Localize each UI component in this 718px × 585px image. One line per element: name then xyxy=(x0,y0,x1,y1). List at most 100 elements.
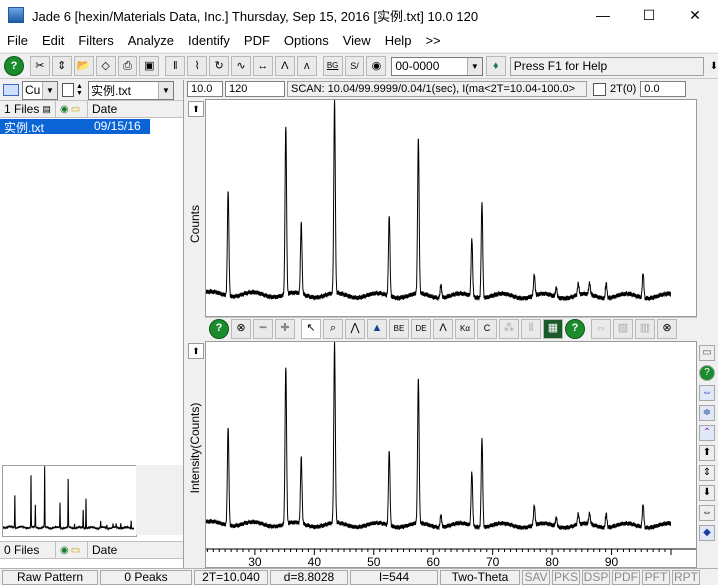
plus-icon[interactable]: ✚ xyxy=(275,318,295,339)
status-icons-header[interactable]: ◉ ▭ xyxy=(56,101,88,117)
cursor-zoom-icon[interactable]: ↖ xyxy=(301,318,321,339)
shift-icon[interactable]: ⇔ xyxy=(591,318,611,339)
lower-y-axis-label: Intensity(Counts) xyxy=(188,402,202,494)
image-icon[interactable]: ▭ xyxy=(699,345,715,361)
chevron-down-icon[interactable]: ▼ xyxy=(42,81,57,99)
thumb-scroll[interactable] xyxy=(136,465,183,535)
menu-identify[interactable]: Identify xyxy=(181,30,237,52)
two-theta-checkbox[interactable] xyxy=(593,82,606,96)
wave-icon[interactable]: ∿ xyxy=(231,56,251,76)
peak-search-icon[interactable]: ⋀ xyxy=(345,318,365,339)
fit-icon[interactable]: ʌ xyxy=(296,56,317,76)
bottom-status-header[interactable]: ◉ ▭ xyxy=(56,542,88,558)
lower-pattern-plot[interactable]: 2030405060708090 xyxy=(183,340,697,569)
file-row[interactable]: 实例.txt 09/15/16 xyxy=(0,119,183,135)
status-sav-button[interactable]: SAV xyxy=(522,569,550,585)
peaks-icon[interactable]: Λ xyxy=(274,56,295,76)
bottom-files-header[interactable]: 0 Files xyxy=(0,542,56,558)
stop-icon-2[interactable]: ⊗ xyxy=(657,318,677,339)
status-pft-button[interactable]: PFT xyxy=(642,569,670,585)
minus-icon[interactable]: ━ xyxy=(253,318,273,339)
open-folder-icon[interactable]: 📂 xyxy=(73,56,94,76)
pin-icon[interactable]: ✂ xyxy=(29,56,50,76)
menu-view[interactable]: View xyxy=(336,30,378,52)
date-header[interactable]: Date xyxy=(88,101,180,117)
spin-icon[interactable]: ▲ ▼ xyxy=(76,83,86,97)
range-start-field[interactable]: 10.0 xyxy=(187,81,223,97)
element-combo[interactable]: Cu ▼ xyxy=(22,80,58,100)
menu-edit[interactable]: Edit xyxy=(35,30,71,52)
expand-icon[interactable]: ↔ xyxy=(252,56,273,76)
menu-filters[interactable]: Filters xyxy=(71,30,120,52)
menu-more[interactable]: >> xyxy=(418,30,447,52)
peak-bars-icon[interactable]: ‖ xyxy=(165,56,186,76)
status-rpt-button[interactable]: RPT xyxy=(672,569,700,585)
upper-pattern-plot[interactable] xyxy=(183,97,697,317)
folder-icon[interactable] xyxy=(3,84,19,96)
background-edit-icon[interactable]: BE xyxy=(389,318,409,339)
plot-help-icon[interactable]: ? xyxy=(209,318,229,339)
magnifier-icon[interactable]: ⌕ xyxy=(323,318,343,339)
file-combo[interactable]: 实例.txt ▼ xyxy=(88,80,174,100)
save-icon[interactable]: ▣ xyxy=(139,56,160,76)
arrow-down-icon[interactable]: ⬇ xyxy=(699,485,715,501)
expand-horizontal-icon[interactable]: ⇔ xyxy=(699,385,715,401)
pattern-thumbnail[interactable] xyxy=(1,465,140,537)
files-count-header[interactable]: 1 Files ▤ xyxy=(0,101,56,117)
background-icon[interactable]: BG xyxy=(322,56,343,76)
histogram-icon[interactable]: ▥ xyxy=(635,318,655,339)
smooth-icon[interactable]: S/ xyxy=(344,56,365,76)
eraser-icon[interactable]: ◇ xyxy=(95,56,116,76)
print-icon[interactable]: ⎙ xyxy=(117,56,138,76)
two-theta-offset-field[interactable]: 0.0 xyxy=(640,81,687,97)
grid-icon[interactable]: ▦ xyxy=(543,318,563,339)
area-icon[interactable]: ▲ xyxy=(367,318,387,339)
chevron-down-icon[interactable]: ▼ xyxy=(158,81,173,99)
scroll-icon[interactable]: ◆ xyxy=(699,525,715,541)
file-date-cell[interactable]: 09/15/16 xyxy=(88,119,150,134)
upper-plot-scroll[interactable] xyxy=(697,99,718,317)
ka2-icon[interactable]: Kα xyxy=(455,318,475,339)
menu-analyze[interactable]: Analyze xyxy=(121,30,181,52)
pattern-icon[interactable]: ⌇ xyxy=(187,56,208,76)
help-icon[interactable]: ? xyxy=(699,365,715,381)
range-end-field[interactable]: 120 xyxy=(225,81,285,97)
plot-control-button[interactable]: ⬆ xyxy=(188,101,204,117)
pin-down-icon[interactable]: ⬇ xyxy=(710,61,718,72)
menu-file[interactable]: File xyxy=(0,30,35,52)
refresh-icon[interactable]: ↻ xyxy=(209,56,230,76)
overlay-icon[interactable]: ▧ xyxy=(613,318,633,339)
stop-icon[interactable]: ⊗ xyxy=(231,318,251,339)
globe-icon[interactable]: ◉ xyxy=(366,56,387,76)
plot-control-button[interactable]: ⬆ xyxy=(188,343,204,359)
status-pks-button[interactable]: PKS xyxy=(552,569,580,585)
chevron-down-icon[interactable]: ▼ xyxy=(466,57,482,75)
left-right-icon[interactable]: ⇔ xyxy=(699,505,715,521)
status-pdf-button[interactable]: PDF xyxy=(612,569,640,585)
chevron-up-icon[interactable]: ⌃ xyxy=(699,425,715,441)
dim-peaks-icon[interactable]: ⁂ xyxy=(499,318,519,339)
menu-help[interactable]: Help xyxy=(378,30,419,52)
compress-icon[interactable]: ≑ xyxy=(699,405,715,421)
dim-bars-icon[interactable]: ⫴ xyxy=(521,318,541,339)
arrow-up-icon[interactable]: ⬆ xyxy=(699,445,715,461)
profile-icon[interactable]: Λ xyxy=(433,318,453,339)
minimize-button[interactable]: — xyxy=(580,0,626,30)
close-button[interactable]: ✕ xyxy=(672,0,718,30)
plot-help-icon-2[interactable]: ? xyxy=(565,318,585,339)
delete-edit-icon[interactable]: DE xyxy=(411,318,431,339)
menu-pdf[interactable]: PDF xyxy=(237,30,277,52)
scan-info-text: SCAN: 10.04/99.9999/0.04/1(sec), I(ma<2T… xyxy=(291,83,576,95)
drop-icon[interactable]: ♦ xyxy=(485,56,506,76)
file-name-cell[interactable]: 实例.txt xyxy=(0,119,88,135)
bottom-date-header[interactable]: Date xyxy=(88,542,180,558)
pdf-number-combo[interactable]: 00-0000 ▼ xyxy=(391,56,483,76)
maximize-button[interactable]: ☐ xyxy=(626,0,672,30)
up-down-icon[interactable]: ⇕ xyxy=(699,465,715,481)
list-icon[interactable] xyxy=(62,83,74,97)
status-dsp-button[interactable]: DSP xyxy=(582,569,610,585)
menu-options[interactable]: Options xyxy=(277,30,336,52)
crystallite-icon[interactable]: C xyxy=(477,318,497,339)
up-down-icon[interactable]: ⇕ xyxy=(51,56,72,76)
help-icon[interactable]: ? xyxy=(4,56,24,76)
